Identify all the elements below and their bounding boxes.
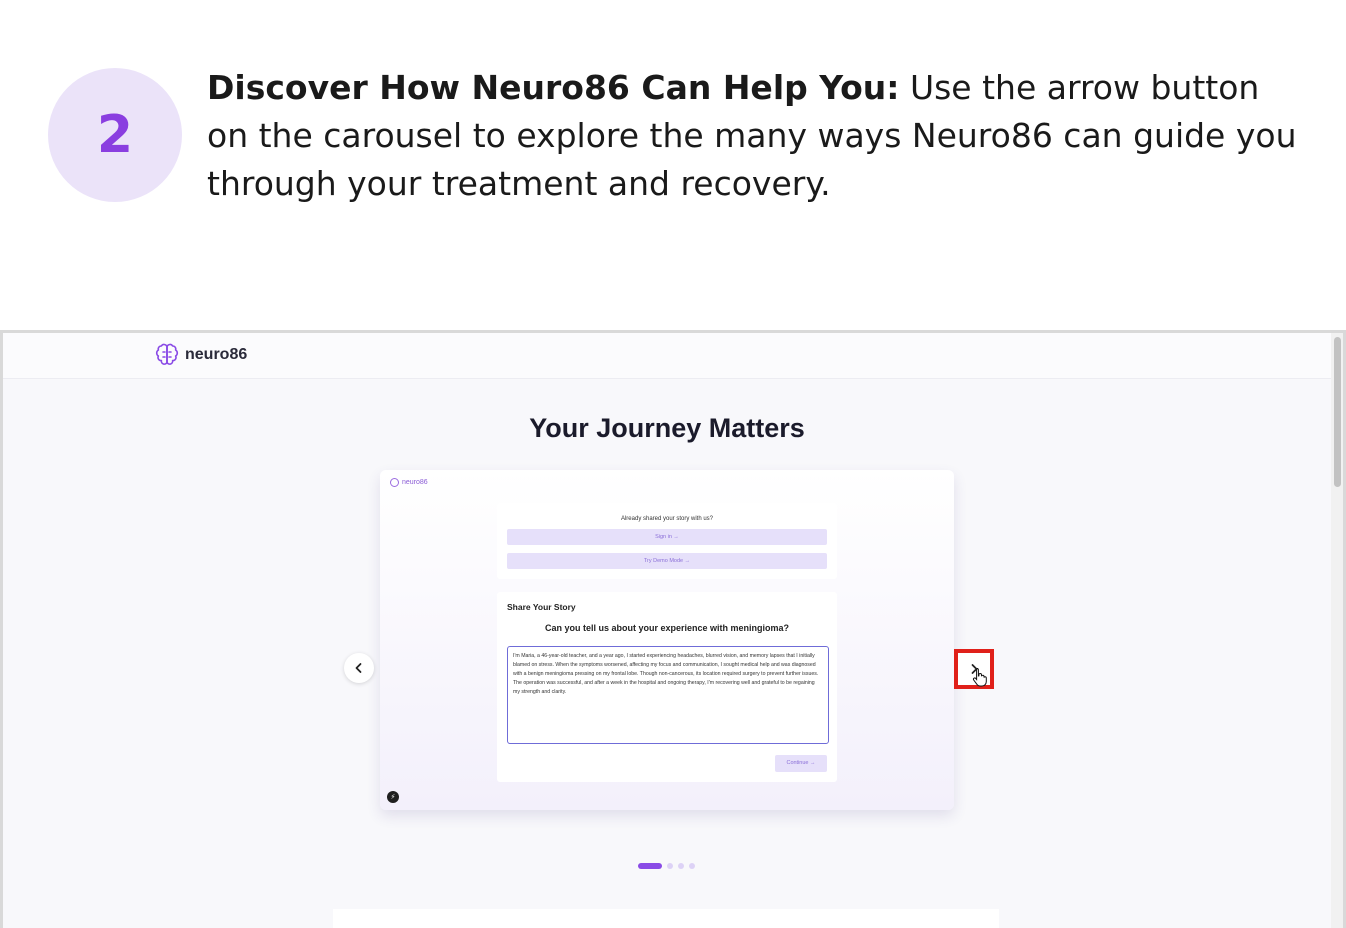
carousel-dot-4[interactable] <box>689 863 695 869</box>
carousel-dot-2[interactable] <box>667 863 673 869</box>
hand-cursor-icon <box>972 668 987 687</box>
brain-icon <box>155 343 179 365</box>
signin-question: Already shared your story with us? <box>620 516 714 522</box>
signin-card: Already shared your story with us? Sign … <box>497 503 837 579</box>
chevron-left-icon <box>355 663 362 673</box>
try-demo-button[interactable]: Try Demo Mode → <box>507 553 827 569</box>
next-section-edge <box>333 909 999 928</box>
bolt-icon: ⚡ <box>387 791 399 803</box>
carousel-dot-1[interactable] <box>638 863 662 869</box>
brand-logo[interactable]: neuro86 <box>155 343 247 367</box>
share-story-card: Share Your Story Can you tell us about y… <box>497 592 837 782</box>
story-question: Can you tell us about your experience wi… <box>544 623 790 633</box>
sign-in-button[interactable]: Sign in → <box>507 529 827 545</box>
page-title: Your Journey Matters <box>529 413 805 443</box>
instruction-title: Discover How Neuro86 Can Help You: <box>207 68 900 107</box>
brain-icon <box>390 478 399 487</box>
slide-brand: neuro86 <box>390 478 428 487</box>
carousel-next-button[interactable] <box>954 649 994 689</box>
carousel-slide: neuro86 Already shared your story with u… <box>380 470 954 810</box>
scrollbar-thumb[interactable] <box>1334 337 1341 487</box>
step-number: 2 <box>96 105 134 165</box>
browser-screenshot: neuro86 Your Journey Matters neuro86 Alr… <box>0 330 1346 928</box>
brand-name: neuro86 <box>185 346 248 363</box>
scrollbar[interactable] <box>1331 333 1343 928</box>
navbar: neuro86 <box>3 333 1331 379</box>
continue-button[interactable]: Continue → <box>775 755 827 772</box>
step-number-circle: 2 <box>48 68 182 202</box>
slide-brand-name: neuro86 <box>402 479 428 486</box>
story-textarea[interactable]: I'm Maria, a 46-year-old teacher, and a … <box>507 646 829 744</box>
carousel-dot-3[interactable] <box>678 863 684 869</box>
carousel-dots <box>638 863 695 869</box>
story-title: Share Your Story <box>507 602 576 612</box>
carousel-prev-button[interactable] <box>344 653 374 683</box>
instruction-text: Discover How Neuro86 Can Help You: Use t… <box>207 64 1307 208</box>
